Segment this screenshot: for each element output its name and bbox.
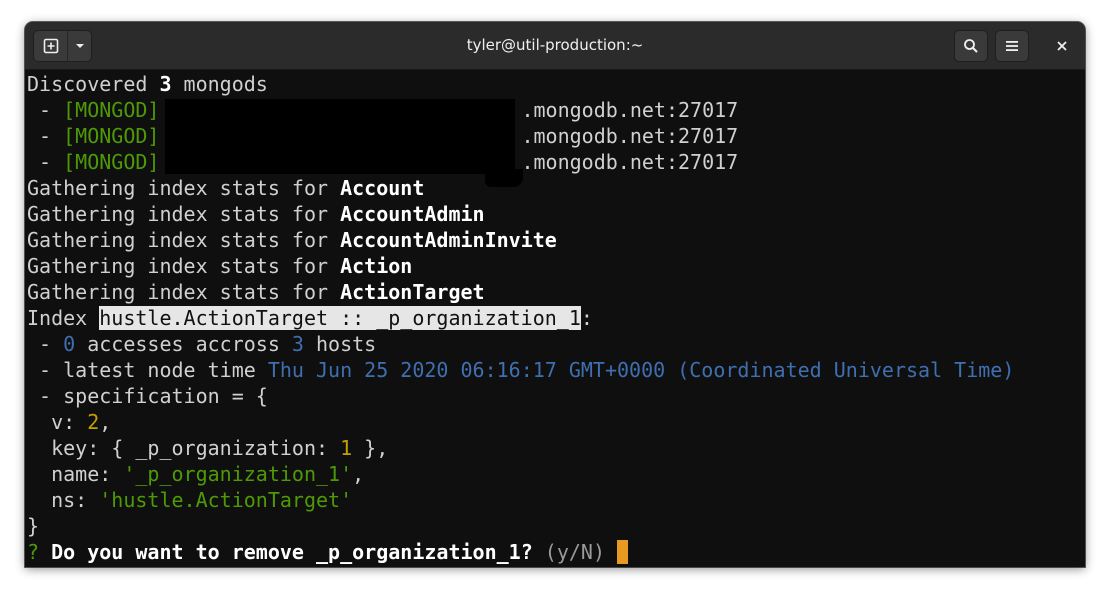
window-title: tyler@util-production:~ <box>466 36 644 54</box>
gathering-line: Gathering index stats for ActionTarget <box>27 279 485 305</box>
hamburger-menu-icon <box>1006 41 1018 51</box>
spec-key: ns: <box>27 488 100 512</box>
gathering-line: Gathering index stats for Account <box>27 175 424 201</box>
discovered-prefix: Discovered <box>27 72 160 96</box>
spec-ns-line: ns: 'hustle.ActionTarget' <box>27 487 352 513</box>
mongod-tag: [MONGOD] <box>63 124 160 148</box>
gathering-prefix: Gathering index stats for <box>27 280 341 304</box>
mongod-tag: [MONGOD] <box>63 150 160 174</box>
collection-name: Action <box>340 254 413 278</box>
collection-name: AccountAdmin <box>340 202 485 226</box>
spec-v-line: v: 2, <box>27 409 111 435</box>
spec-punct: , <box>99 410 112 434</box>
spec-punct: }, <box>352 436 389 460</box>
host-count: 3 <box>291 332 304 356</box>
terminal-output[interactable]: Discovered 3 mongods - [MONGOD] .mongodb.… <box>27 71 1083 567</box>
gathering-prefix: Gathering index stats for <box>27 228 341 252</box>
spec-key: key: { _p_organization: <box>27 436 341 460</box>
bullet: - <box>27 332 64 356</box>
gathering-line: Gathering index stats for Action <box>27 253 412 279</box>
spec-punct: , <box>352 462 365 486</box>
collection-name: AccountAdminInvite <box>340 228 557 252</box>
hosts-text: hosts <box>303 332 377 356</box>
bullet: - <box>27 98 64 122</box>
gathering-prefix: Gathering index stats for <box>27 254 341 278</box>
collection-name: ActionTarget <box>340 280 485 304</box>
index-suffix: : <box>580 306 593 330</box>
mongod-host-suffix: .mongodb.net:27017 <box>521 98 739 122</box>
access-count: 0 <box>63 332 76 356</box>
latest-prefix: - latest node time <box>27 358 268 382</box>
accesses-text: accesses accross <box>75 332 292 356</box>
close-button[interactable] <box>1047 31 1077 61</box>
mongod-host-suffix: .mongodb.net:27017 <box>521 124 739 148</box>
spec-value: 1 <box>340 436 353 460</box>
new-tab-button-group <box>33 30 92 62</box>
spec-key: name: <box>27 462 124 486</box>
discovered-count: 3 <box>159 72 172 96</box>
mongod-host-suffix: .mongodb.net:27017 <box>521 150 739 174</box>
spec-value: 2 <box>87 410 100 434</box>
bullet: - <box>27 150 64 174</box>
index-line: Index hustle.ActionTarget :: _p_organiza… <box>27 305 593 331</box>
gathering-prefix: Gathering index stats for <box>27 176 341 200</box>
gathering-line: Gathering index stats for AccountAdmin <box>27 201 485 227</box>
index-prefix: Index <box>27 306 100 330</box>
close-icon <box>1057 41 1067 51</box>
latest-time-value: Thu Jun 25 2020 06:16:17 GMT+0000 (Coord… <box>267 358 1015 382</box>
terminal-window: tyler@util-production:~ Discovered 3 mon… <box>25 22 1085 567</box>
new-tab-dropdown-button[interactable] <box>68 31 91 61</box>
title-bar: tyler@util-production:~ <box>25 22 1085 70</box>
search-icon <box>964 39 978 53</box>
discovered-line: Discovered 3 mongods <box>27 71 268 97</box>
prompt-question: Do you want to remove _p_organization_1? <box>39 540 533 564</box>
latest-time-line: - latest node time Thu Jun 25 2020 06:16… <box>27 357 1014 383</box>
accesses-line: - 0 accesses accross 3 hosts <box>27 331 376 357</box>
spec-name-line: name: '_p_organization_1', <box>27 461 364 487</box>
collection-name: Account <box>340 176 425 200</box>
spec-key: v: <box>27 410 88 434</box>
new-tab-icon <box>43 38 58 54</box>
redaction-block <box>165 99 515 174</box>
discovered-suffix: mongods <box>171 72 268 96</box>
search-button[interactable] <box>954 30 988 62</box>
spec-header-line: - specification = { <box>27 384 268 408</box>
mongod-tag: [MONGOD] <box>63 98 160 122</box>
chevron-down-icon <box>75 44 84 48</box>
bullet: - <box>27 124 64 148</box>
redaction-block <box>485 169 523 187</box>
prompt-line[interactable]: ? Do you want to remove _p_organization_… <box>27 539 629 565</box>
spec-key-line: key: { _p_organization: 1 }, <box>27 435 388 461</box>
text-cursor <box>617 540 629 564</box>
prompt-hint: (y/N) <box>532 540 605 564</box>
new-tab-button[interactable] <box>34 31 68 61</box>
gathering-line: Gathering index stats for AccountAdminIn… <box>27 227 557 253</box>
spec-close-line: } <box>27 514 40 538</box>
index-name-selected[interactable]: hustle.ActionTarget :: _p_organization_1 <box>99 306 581 330</box>
menu-button[interactable] <box>995 30 1029 62</box>
prompt-mark: ? <box>27 540 40 564</box>
spec-value: '_p_organization_1' <box>123 462 353 486</box>
gathering-prefix: Gathering index stats for <box>27 202 341 226</box>
spec-value: 'hustle.ActionTarget' <box>99 488 353 512</box>
